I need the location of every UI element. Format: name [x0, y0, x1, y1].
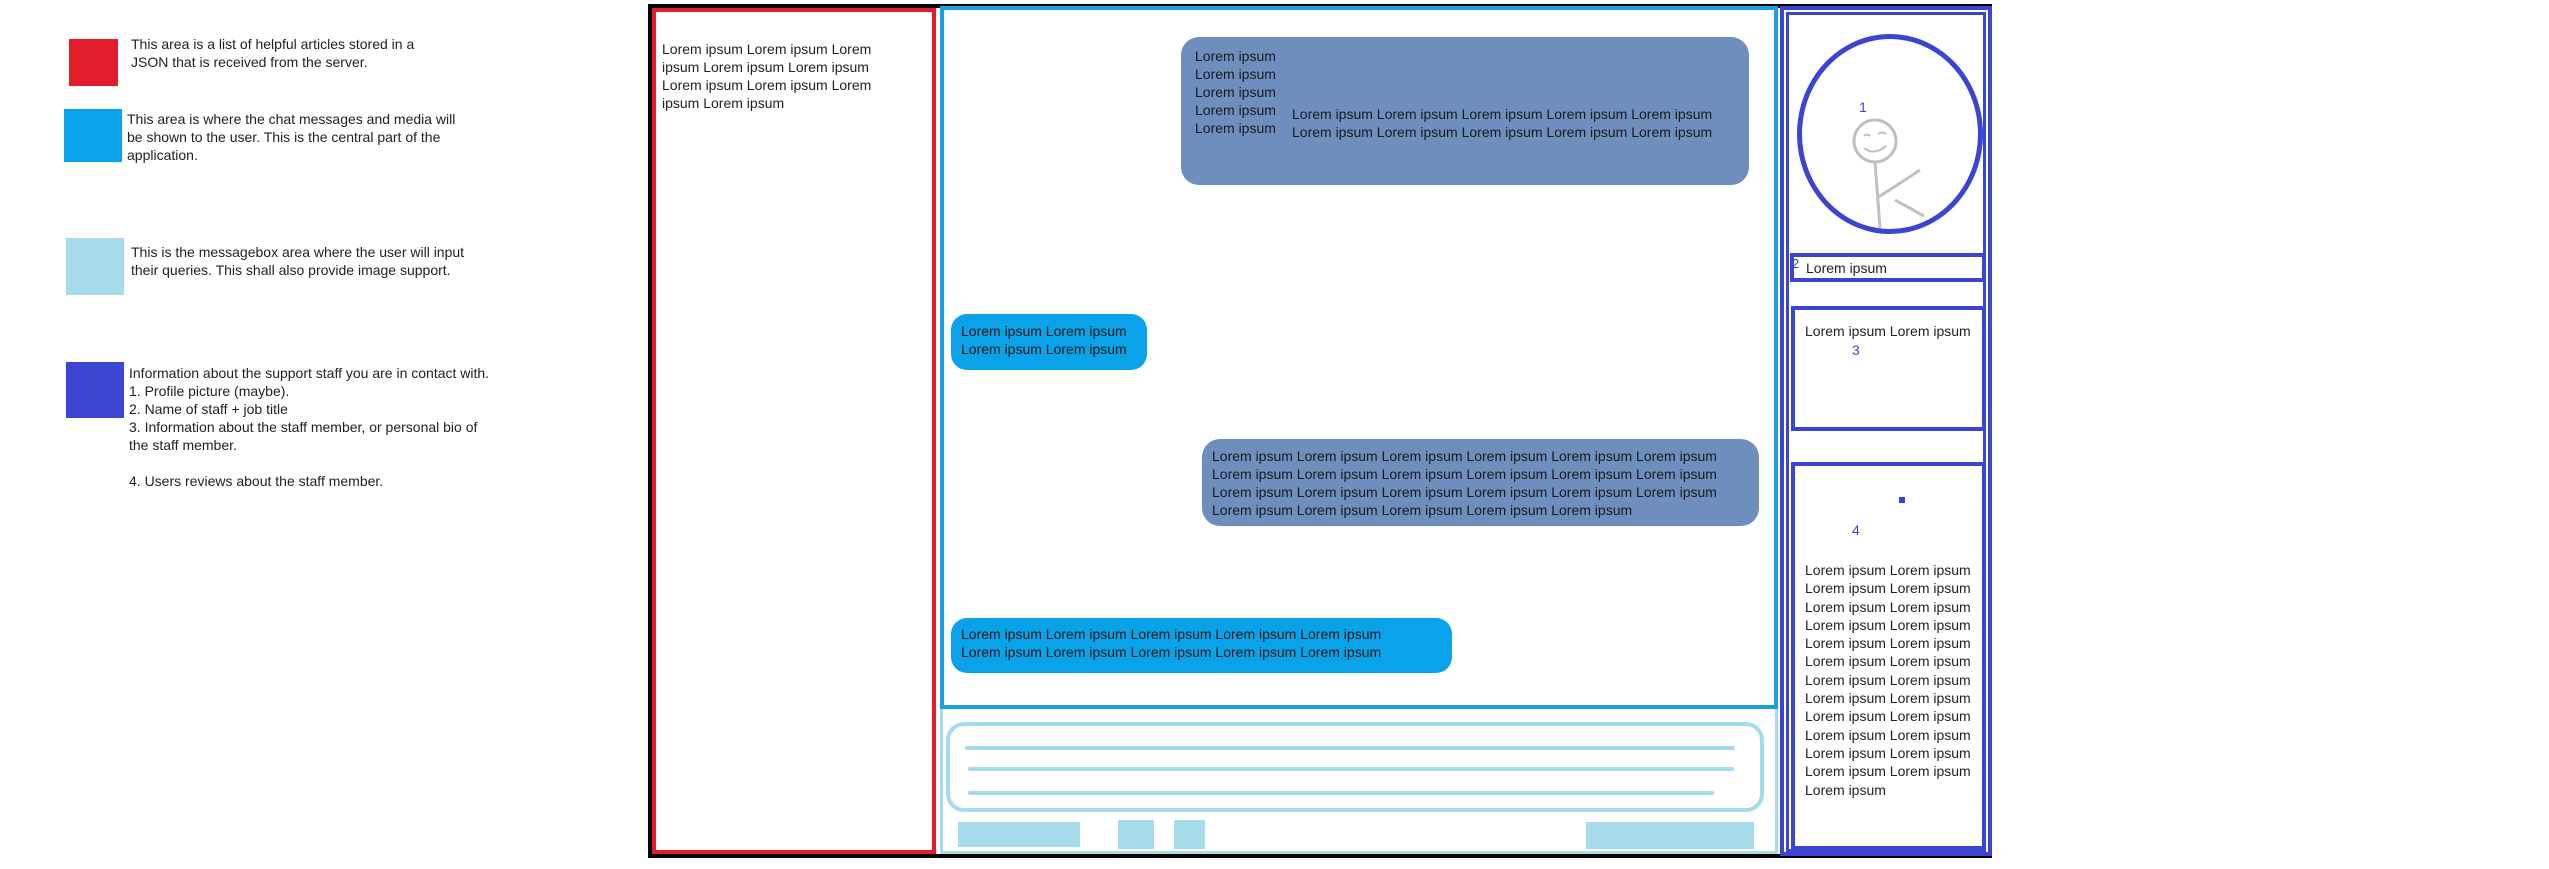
format-button[interactable] — [1174, 820, 1205, 849]
review-line: Lorem ipsum Lorem ipsum — [1805, 616, 1971, 633]
input-placeholder-line — [965, 746, 1735, 750]
review-line: Lorem ipsum Lorem ipsum — [1805, 726, 1971, 743]
input-placeholder-line — [968, 791, 1714, 795]
message-line: Lorem ipsum Lorem ipsum Lorem ipsum Lore… — [1212, 484, 1717, 500]
message-line: Lorem ipsum Lorem ipsum Lorem ipsum Lore… — [1212, 448, 1717, 464]
legend-swatch-articles — [69, 39, 118, 86]
chat-message-staff-2: Lorem ipsum Lorem ipsum Lorem ipsum Lore… — [1202, 439, 1759, 526]
section-number-2: 2 — [1792, 256, 1800, 271]
input-placeholder-line — [968, 767, 1734, 771]
review-line: Lorem ipsum Lorem ipsum — [1805, 562, 1971, 578]
section-number-4: 4 — [1852, 522, 1860, 538]
review-line: Lorem ipsum Lorem ipsum — [1805, 744, 1971, 761]
message-line: Lorem ipsum Lorem ipsum Lorem ipsum Lore… — [1292, 124, 1713, 140]
message-line: Lorem ipsum Lorem ipsum — [961, 341, 1127, 357]
legend-swatch-chat — [64, 109, 122, 162]
review-line: Lorem ipsum Lorem ipsum — [1805, 598, 1971, 615]
review-line: Lorem ipsum Lorem ipsum — [1805, 580, 1971, 597]
message-line: Lorem ipsum Lorem ipsum Lorem ipsum Lore… — [961, 644, 1382, 660]
staff-bio: Lorem ipsum Lorem ipsum — [1805, 323, 1971, 339]
review-line: Lorem ipsum Lorem ipsum — [1805, 635, 1971, 652]
message-line: Lorem ipsum Lorem ipsum Lorem ipsum Lore… — [1292, 106, 1713, 122]
message-line: Lorem ipsum Lorem ipsum — [961, 323, 1127, 339]
message-line: Lorem ipsum Lorem ipsum Lorem ipsum Lore… — [961, 626, 1382, 642]
legend-text-chat: This area is where the chat messages and… — [127, 111, 456, 163]
chat-message-user-1: Lorem ipsum Lorem ipsum Lorem ipsum Lore… — [951, 314, 1147, 370]
review-line: Lorem ipsum Lorem ipsum — [1805, 708, 1971, 725]
legend-text-staff: Information about the support staff you … — [129, 365, 490, 489]
stick-figure-icon — [1852, 118, 1925, 229]
articles-sidebar — [652, 8, 936, 854]
message-line: Lorem ipsum Lorem ipsum Lorem ipsum Lore… — [1212, 466, 1717, 482]
legend-text-messagebox: This is the messagebox area where the us… — [131, 244, 465, 278]
chat-message-user-2: Lorem ipsum Lorem ipsum Lorem ipsum Lore… — [951, 618, 1452, 673]
staff-reviews[interactable]: Lorem ipsum Lorem ipsum Lorem ipsum Lore… — [1805, 561, 1971, 799]
message-line: Lorem ipsum — [1195, 84, 1276, 100]
legend-swatch-staff — [66, 362, 124, 418]
message-line: Lorem ipsum — [1195, 120, 1276, 136]
chat-message-staff-1: Lorem ipsum Lorem ipsum Lorem ipsum Lore… — [1181, 37, 1749, 185]
review-marker — [1899, 497, 1905, 503]
section-number-3: 3 — [1852, 342, 1860, 358]
articles-list-text[interactable]: Lorem ipsum Lorem ipsum Lorem ipsum Lore… — [662, 40, 912, 112]
send-button[interactable] — [1586, 822, 1754, 849]
staff-name: Lorem ipsum — [1806, 260, 1887, 276]
message-line: Lorem ipsum — [1195, 48, 1276, 64]
legend-text-articles: This area is a list of helpful articles … — [131, 36, 415, 70]
emoji-button[interactable] — [1118, 820, 1154, 849]
review-line: Lorem ipsum Lorem ipsum — [1805, 653, 1971, 670]
review-line: Lorem ipsum — [1805, 781, 1886, 798]
review-line: Lorem ipsum Lorem ipsum — [1805, 690, 1971, 707]
attach-image-button[interactable] — [958, 822, 1080, 847]
message-line: Lorem ipsum — [1195, 66, 1276, 82]
legend-swatch-messagebox — [66, 238, 124, 295]
chat-message-column: Lorem ipsum Lorem ipsum Lorem ipsum Lore… — [1195, 47, 1276, 137]
message-line: Lorem ipsum — [1195, 102, 1276, 118]
chat-message-side: Lorem ipsum Lorem ipsum Lorem ipsum Lore… — [1292, 105, 1712, 141]
review-line: Lorem ipsum Lorem ipsum — [1805, 763, 1971, 780]
review-line: Lorem ipsum Lorem ipsum — [1805, 671, 1971, 688]
message-line: Lorem ipsum Lorem ipsum Lorem ipsum Lore… — [1212, 502, 1633, 518]
section-number-1: 1 — [1859, 99, 1867, 115]
